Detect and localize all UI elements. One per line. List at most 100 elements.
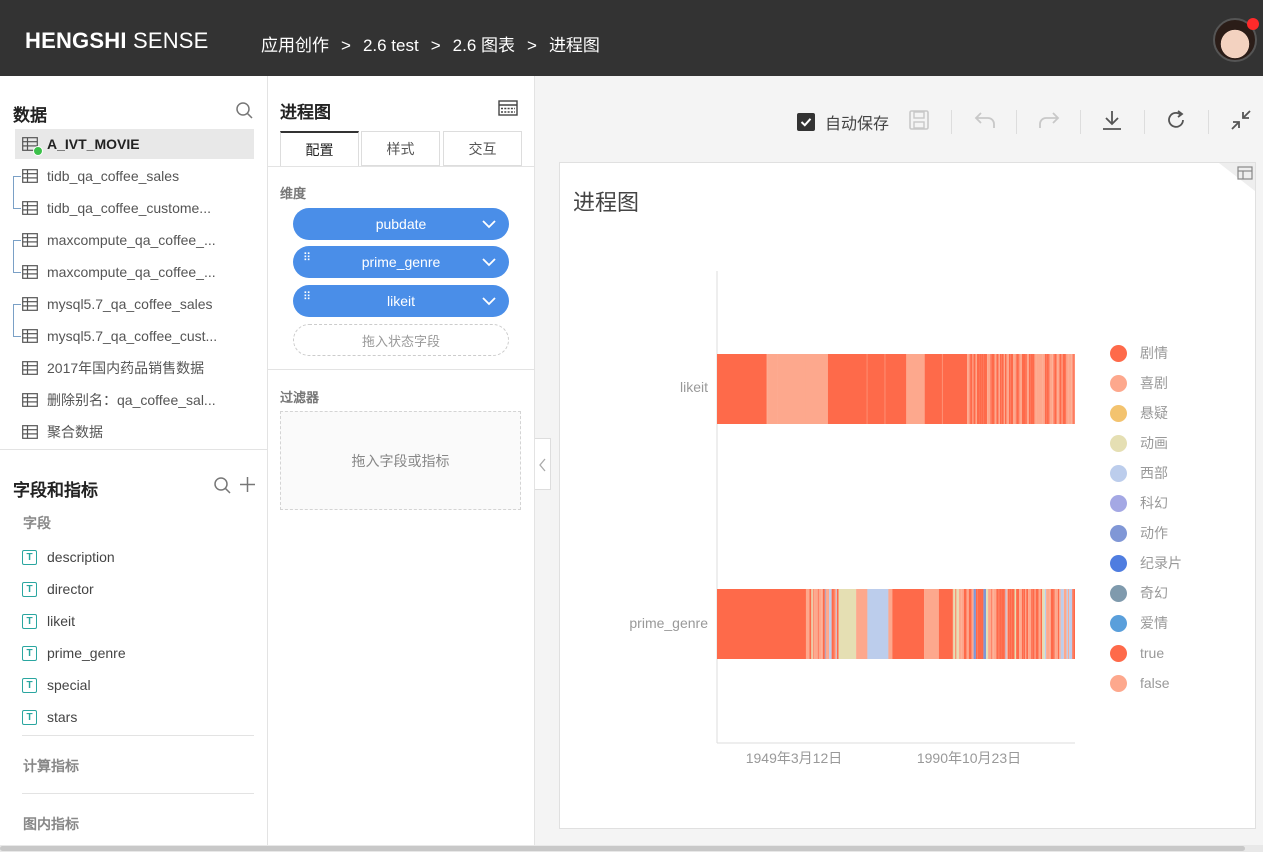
- timeline-segment: [1068, 589, 1070, 659]
- table-item[interactable]: tidb_qa_coffee_sales: [22, 161, 254, 191]
- horizontal-scrollbar[interactable]: [0, 845, 1263, 852]
- timeline-segment: [813, 589, 815, 659]
- field-item[interactable]: Tdirector: [22, 575, 94, 603]
- divider: [22, 793, 254, 794]
- filter-dropzone[interactable]: 拖入字段或指标: [280, 411, 521, 510]
- legend-item[interactable]: 科幻: [1110, 493, 1168, 513]
- legend-item[interactable]: 爱情: [1110, 613, 1168, 633]
- field-item-label: description: [47, 549, 115, 565]
- timeline-segment: [924, 589, 939, 659]
- table-item[interactable]: maxcompute_qa_coffee_...: [22, 225, 254, 255]
- refresh-icon[interactable]: [1165, 109, 1187, 131]
- dimension-pill-likeit[interactable]: ⠿ likeit: [293, 285, 509, 317]
- fields-label: 字段: [23, 515, 51, 531]
- legend-item[interactable]: 剧情: [1110, 343, 1168, 363]
- tab-interaction[interactable]: 交互: [443, 131, 522, 166]
- chevron-down-icon[interactable]: [481, 254, 497, 270]
- timeline-segment: [1016, 589, 1020, 659]
- legend-label: 剧情: [1140, 345, 1168, 361]
- breadcrumb-project[interactable]: 2.6 test: [363, 36, 419, 55]
- dimension-pill-pubdate[interactable]: pubdate: [293, 208, 509, 240]
- collapse-panel-button[interactable]: [535, 438, 551, 490]
- field-item[interactable]: Tprime_genre: [22, 639, 126, 667]
- table-item[interactable]: tidb_qa_coffee_custome...: [22, 193, 254, 223]
- data-sidebar: 数据 A_IVT_MOVIE tidb_qa_coffee_sales tidb_q…: [0, 76, 268, 852]
- timeline-segment: [1008, 354, 1011, 424]
- timeline-segment: [981, 354, 984, 424]
- chart-metrics-label[interactable]: 图内指标: [23, 814, 79, 834]
- legend-item[interactable]: 纪录片: [1110, 553, 1182, 573]
- legend-item[interactable]: 奇幻: [1110, 583, 1168, 603]
- divider: [268, 369, 535, 370]
- save-icon[interactable]: [908, 109, 930, 131]
- dimension-label: 维度: [280, 186, 307, 201]
- add-icon[interactable]: [239, 476, 256, 493]
- legend-item[interactable]: 悬疑: [1110, 403, 1168, 423]
- table-item[interactable]: mysql5.7_qa_coffee_cust...: [22, 321, 254, 351]
- undo-icon[interactable]: [974, 109, 996, 131]
- collapse-fullscreen-icon[interactable]: [1230, 109, 1252, 131]
- table-item[interactable]: 2017年国内药品销售数据: [22, 353, 254, 383]
- field-item-label: likeit: [47, 613, 76, 629]
- timeline-segment: [1042, 589, 1045, 659]
- table-item[interactable]: 聚合数据: [22, 417, 254, 447]
- tab-style[interactable]: 样式: [361, 131, 440, 166]
- legend-item[interactable]: 西部: [1110, 463, 1168, 483]
- field-item[interactable]: Tlikeit: [22, 607, 75, 635]
- user-avatar[interactable]: [1213, 18, 1259, 62]
- timeline-segment: [1063, 589, 1067, 659]
- autosave-label[interactable]: 自动保存: [825, 110, 889, 134]
- timeline-segment: [1046, 589, 1050, 659]
- scrollbar-thumb[interactable]: [0, 846, 1245, 851]
- legend-item[interactable]: 动作: [1110, 523, 1168, 543]
- timeline-segment: [867, 589, 889, 659]
- legend-item[interactable]: false: [1110, 673, 1170, 693]
- search-icon[interactable]: [214, 477, 231, 494]
- divider: [268, 166, 535, 167]
- timeline-segment: [1006, 354, 1008, 424]
- table-item[interactable]: maxcompute_qa_coffee_...: [22, 257, 254, 287]
- table-item[interactable]: A_IVT_MOVIE: [15, 129, 254, 159]
- autosave-checkbox[interactable]: [797, 113, 815, 131]
- toolbar-separator: [1208, 110, 1209, 134]
- timeline-segment: [1004, 354, 1007, 424]
- download-icon[interactable]: [1101, 109, 1123, 131]
- timeline-segment: [1073, 354, 1075, 424]
- chart-type-icon[interactable]: [498, 100, 518, 116]
- legend-item[interactable]: 动画: [1110, 433, 1168, 453]
- dimension-pill-label: prime_genre: [361, 254, 441, 270]
- legend-swatch: [1110, 674, 1127, 692]
- breadcrumb-app[interactable]: 应用创作: [261, 36, 329, 55]
- timeline-segment-edge: [888, 589, 889, 659]
- chevron-down-icon[interactable]: [481, 216, 497, 232]
- field-item[interactable]: Tdescription: [22, 543, 115, 571]
- redo-icon[interactable]: [1038, 109, 1060, 131]
- chevron-left-icon: [539, 458, 546, 472]
- field-item-label: stars: [47, 709, 78, 725]
- timeline-segment-edge: [952, 589, 954, 659]
- timeline-segment: [996, 589, 999, 659]
- field-item[interactable]: Tspecial: [22, 671, 91, 699]
- drag-handle-icon[interactable]: ⠿: [303, 253, 311, 264]
- state-field-dropzone[interactable]: 拖入状态字段: [293, 324, 509, 356]
- chevron-down-icon[interactable]: [481, 293, 497, 309]
- timeline-segment: [1040, 589, 1043, 659]
- timeline-segment: [1028, 589, 1032, 659]
- calculated-metrics-label[interactable]: 计算指标: [23, 756, 79, 776]
- dimension-pill-prime-genre[interactable]: ⠿ prime_genre: [293, 246, 509, 278]
- search-icon[interactable]: [236, 102, 253, 119]
- timeline-segment-edge: [924, 589, 925, 659]
- field-item[interactable]: Tstars: [22, 703, 77, 731]
- legend-item[interactable]: 喜剧: [1110, 373, 1168, 393]
- breadcrumb-dashboard[interactable]: 2.6 图表: [453, 36, 515, 55]
- brand-logo[interactable]: HENGSHI SENSE: [25, 28, 209, 54]
- table-item-label: A_IVT_MOVIE: [47, 136, 140, 152]
- tab-config[interactable]: 配置: [280, 131, 359, 166]
- legend-item[interactable]: true: [1110, 643, 1164, 663]
- dimension-pill-label: pubdate: [375, 216, 427, 232]
- table-item[interactable]: 删除别名：qa_coffee_sal...: [22, 385, 254, 415]
- timeline-segment: [977, 354, 980, 424]
- drag-handle-icon[interactable]: ⠿: [303, 292, 311, 303]
- table-item-label: mysql5.7_qa_coffee_sales: [47, 296, 213, 312]
- table-item[interactable]: mysql5.7_qa_coffee_sales: [22, 289, 254, 319]
